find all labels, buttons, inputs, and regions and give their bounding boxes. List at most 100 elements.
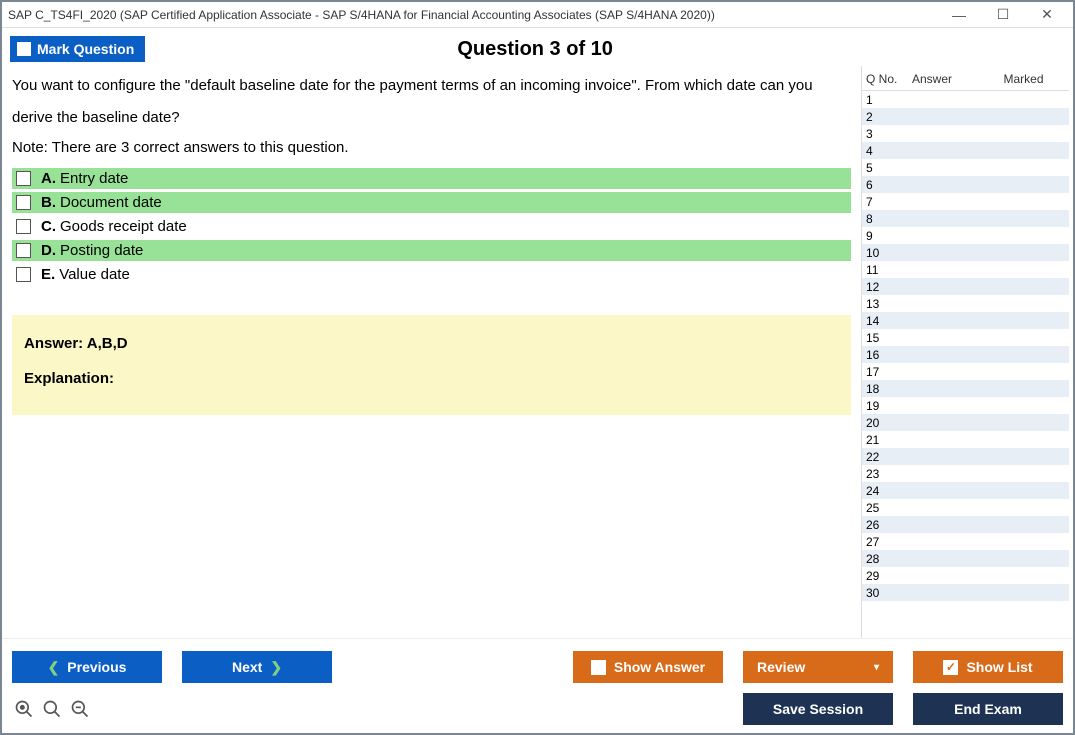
question-list-row[interactable]: 16 <box>862 346 1069 363</box>
option-text: Posting date <box>60 242 143 259</box>
close-icon[interactable]: ✕ <box>1025 3 1069 27</box>
row-qno: 3 <box>866 127 912 141</box>
row-qno: 29 <box>866 569 912 583</box>
chevron-down-icon: ▾ <box>874 662 879 673</box>
question-list-row[interactable]: 5 <box>862 159 1069 176</box>
row-qno: 17 <box>866 365 912 379</box>
question-list-row[interactable]: 1 <box>862 91 1069 108</box>
row-qno: 26 <box>866 518 912 532</box>
option-checkbox[interactable] <box>16 243 31 258</box>
option-row[interactable]: B. Document date <box>12 192 851 213</box>
option-checkbox[interactable] <box>16 219 31 234</box>
row-qno: 20 <box>866 416 912 430</box>
question-list-row[interactable]: 25 <box>862 499 1069 516</box>
option-checkbox[interactable] <box>16 195 31 210</box>
next-button[interactable]: Next ❯ <box>182 651 332 683</box>
question-list-row[interactable]: 27 <box>862 533 1069 550</box>
question-list-row[interactable]: 22 <box>862 448 1069 465</box>
titlebar: SAP C_TS4FI_2020 (SAP Certified Applicat… <box>2 2 1073 28</box>
zoom-out-icon[interactable] <box>70 699 90 719</box>
row-qno: 16 <box>866 348 912 362</box>
option-checkbox[interactable] <box>16 267 31 282</box>
chevron-right-icon: ❯ <box>270 659 282 676</box>
row-qno: 15 <box>866 331 912 345</box>
question-list-row[interactable]: 6 <box>862 176 1069 193</box>
question-list-row[interactable]: 28 <box>862 550 1069 567</box>
option-row[interactable]: C. Goods receipt date <box>12 216 851 237</box>
save-session-button[interactable]: Save Session <box>743 693 893 725</box>
question-list-row[interactable]: 15 <box>862 329 1069 346</box>
minimize-icon[interactable]: — <box>937 3 981 27</box>
question-list-row[interactable]: 4 <box>862 142 1069 159</box>
row-qno: 8 <box>866 212 912 226</box>
zoom-in-icon[interactable] <box>42 699 62 719</box>
show-answer-label: Show Answer <box>614 659 705 675</box>
row-qno: 13 <box>866 297 912 311</box>
show-list-button[interactable]: ✓ Show List <box>913 651 1063 683</box>
bottom-bar: ❮ Previous Next ❯ Show Answer Review ▾ ✓… <box>2 638 1073 733</box>
question-list-row[interactable]: 26 <box>862 516 1069 533</box>
question-list-row[interactable]: 20 <box>862 414 1069 431</box>
explanation-label: Explanation: <box>24 370 839 387</box>
mark-question-button[interactable]: Mark Question <box>10 36 145 62</box>
header-row: Mark Question Question 3 of 10 <box>2 28 1073 66</box>
question-list-row[interactable]: 30 <box>862 584 1069 601</box>
zoom-reset-icon[interactable] <box>14 699 34 719</box>
content-area: You want to configure the "default basel… <box>2 66 1073 638</box>
question-list-row[interactable]: 29 <box>862 567 1069 584</box>
answer-line: Answer: A,B,D <box>24 335 839 352</box>
row-qno: 18 <box>866 382 912 396</box>
question-list-row[interactable]: 18 <box>862 380 1069 397</box>
question-list-row[interactable]: 24 <box>862 482 1069 499</box>
row-qno: 24 <box>866 484 912 498</box>
question-list-row[interactable]: 17 <box>862 363 1069 380</box>
question-list-row[interactable]: 21 <box>862 431 1069 448</box>
question-text: You want to configure the "default basel… <box>12 70 851 133</box>
option-row[interactable]: D. Posting date <box>12 240 851 261</box>
question-list-row[interactable]: 2 <box>862 108 1069 125</box>
col-answer: Answer <box>912 72 982 86</box>
show-answer-button[interactable]: Show Answer <box>573 651 723 683</box>
option-text: Goods receipt date <box>60 218 187 235</box>
row-qno: 10 <box>866 246 912 260</box>
options-list: A. Entry date B. Document date C. Goods re… <box>12 168 851 285</box>
question-list-row[interactable]: 14 <box>862 312 1069 329</box>
question-list-row[interactable]: 23 <box>862 465 1069 482</box>
row-qno: 2 <box>866 110 912 124</box>
question-list-row[interactable]: 11 <box>862 261 1069 278</box>
question-list-row[interactable]: 13 <box>862 295 1069 312</box>
question-list-row[interactable]: 7 <box>862 193 1069 210</box>
option-row[interactable]: A. Entry date <box>12 168 851 189</box>
question-list-row[interactable]: 12 <box>862 278 1069 295</box>
app-window: SAP C_TS4FI_2020 (SAP Certified Applicat… <box>0 0 1075 735</box>
row-qno: 1 <box>866 93 912 107</box>
question-list-row[interactable]: 3 <box>862 125 1069 142</box>
review-label: Review <box>757 659 805 675</box>
question-list-panel: Q No. Answer Marked 12345678910111213141… <box>861 66 1069 638</box>
row-qno: 21 <box>866 433 912 447</box>
show-list-label: Show List <box>966 659 1032 675</box>
question-list-row[interactable]: 9 <box>862 227 1069 244</box>
maximize-icon[interactable]: ☐ <box>981 3 1025 27</box>
question-list-row[interactable]: 10 <box>862 244 1069 261</box>
option-row[interactable]: E. Value date <box>12 264 851 285</box>
question-list-row[interactable]: 19 <box>862 397 1069 414</box>
row-qno: 9 <box>866 229 912 243</box>
window-title: SAP C_TS4FI_2020 (SAP Certified Applicat… <box>8 8 937 22</box>
question-list-row[interactable]: 8 <box>862 210 1069 227</box>
row-qno: 27 <box>866 535 912 549</box>
end-exam-button[interactable]: End Exam <box>913 693 1063 725</box>
button-row-2: Save Session End Exam <box>12 693 1063 725</box>
row-qno: 22 <box>866 450 912 464</box>
question-pane: You want to configure the "default basel… <box>2 66 861 638</box>
previous-label: Previous <box>67 659 126 675</box>
question-note: Note: There are 3 correct answers to thi… <box>12 139 851 156</box>
review-button[interactable]: Review ▾ <box>743 651 893 683</box>
previous-button[interactable]: ❮ Previous <box>12 651 162 683</box>
row-qno: 7 <box>866 195 912 209</box>
row-qno: 19 <box>866 399 912 413</box>
option-letter: D. <box>41 242 56 259</box>
row-qno: 11 <box>866 263 912 277</box>
option-checkbox[interactable] <box>16 171 31 186</box>
question-list-body[interactable]: 1234567891011121314151617181920212223242… <box>862 90 1069 638</box>
